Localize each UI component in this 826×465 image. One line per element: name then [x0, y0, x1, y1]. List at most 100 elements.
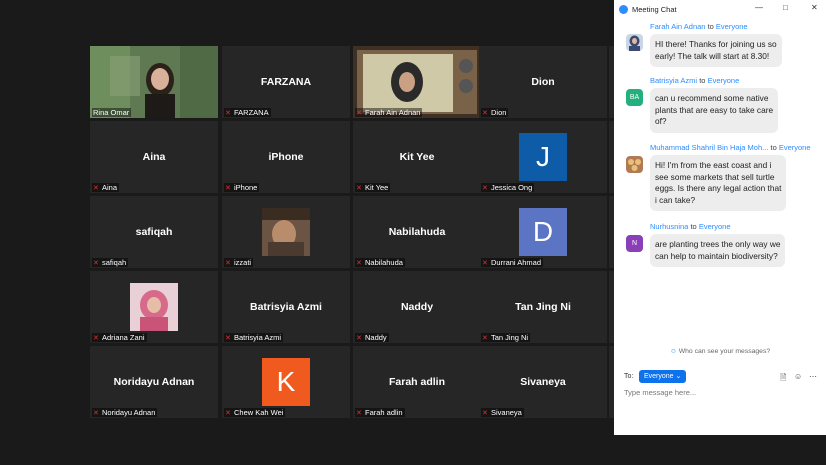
video-tile[interactable]: Nabilahuda ✕ Nabilahuda [353, 196, 481, 268]
participant-name: ✕ Dion [481, 108, 509, 117]
message-line: are planting trees the only way we [655, 239, 781, 249]
participant-name: ✕ FARZANA [224, 108, 271, 117]
video-tile[interactable]: ✕ izzati [222, 196, 350, 268]
mic-muted-icon: ✕ [482, 109, 488, 117]
video-tile[interactable]: Farah adlin ✕ Farah adlin [353, 346, 481, 418]
video-tile[interactable]: D ✕ Durrani Ahmad [479, 196, 607, 268]
participant-name: ✕ Farah adlin [355, 408, 405, 417]
participant-display-name: Dion [531, 76, 555, 88]
participant-display-name: Naddy [400, 301, 434, 313]
mic-muted-icon: ✕ [482, 184, 488, 192]
avatar: K [262, 358, 310, 406]
message-to-word: to [699, 76, 706, 85]
maximize-icon[interactable]: □ [783, 3, 788, 12]
video-tile[interactable]: J ✕ Jessica Ong [479, 121, 607, 193]
people-icon: ☺ [669, 348, 677, 355]
participant-display-name: iPhone [268, 151, 304, 163]
message-sender: Batrisyia Azmi [650, 76, 698, 85]
participant-photo [130, 283, 178, 331]
chat-panel: Meeting Chat — □ ✕ Farah Ain Adnan to Ev… [614, 0, 826, 435]
video-tile[interactable]: Aina ✕ Aina [90, 121, 218, 193]
avatar: D [519, 208, 567, 256]
video-tile[interactable]: Rina Omar [90, 46, 218, 118]
zoom-logo-icon [619, 4, 628, 14]
video-tile[interactable]: Sivaneya ✕ Sivaneya [479, 346, 607, 418]
mic-muted-icon: ✕ [356, 184, 362, 192]
video-tile[interactable]: Dion ✕ Dion [479, 46, 607, 118]
minimize-icon[interactable]: — [755, 3, 763, 12]
mic-muted-icon: ✕ [225, 109, 231, 117]
participant-name: ✕ Jessica Ong [481, 183, 535, 192]
message-line: of? [655, 116, 667, 126]
participant-name: ✕ Kit Yee [355, 183, 391, 192]
chat-titlebar: Meeting Chat [614, 0, 826, 18]
video-tile[interactable]: ✕ Farah Ain Adnan [353, 46, 481, 118]
message-recipient: Everyone [715, 22, 748, 31]
mic-muted-icon: ✕ [225, 409, 231, 417]
message-sender: Nurhusnina [650, 222, 689, 231]
mic-muted-icon: ✕ [93, 259, 99, 267]
participant-name: ✕ Naddy [355, 333, 389, 342]
participant-name: Rina Omar [92, 108, 132, 117]
file-icon[interactable]: 🗎 [780, 372, 786, 386]
participant-photo [262, 208, 310, 256]
mic-muted-icon: ✕ [93, 334, 99, 342]
message-line: eggs. Is there any legal action that [655, 183, 782, 193]
participant-name: ✕ Tan Jing Ni [481, 333, 531, 342]
participant-display-name: safiqah [135, 226, 173, 238]
emoji-icon[interactable]: ☺ [794, 372, 802, 381]
avatar: N [626, 235, 643, 252]
message-input[interactable]: Type message here... [624, 388, 696, 397]
participant-display-name: Farah adlin [388, 376, 445, 388]
message-line: can help to maintain biodiversity? [655, 250, 778, 261]
participant-display-name: Aina [142, 151, 166, 163]
mic-muted-icon: ✕ [356, 109, 362, 117]
recipient-dropdown[interactable]: Everyone ⌄ [639, 370, 687, 383]
mic-muted-icon: ✕ [356, 259, 362, 267]
who-can-see-link[interactable]: ☺ Who can see your messages? [614, 348, 826, 355]
video-tile[interactable]: Batrisyia Azmi ✕ Batrisyia Azmi [222, 271, 350, 343]
message-line: i can take? [655, 194, 696, 205]
mic-muted-icon: ✕ [356, 409, 362, 417]
mic-muted-icon: ✕ [482, 259, 488, 267]
chat-toolbar: To: Everyone ⌄ 🗎 ☺ ⋯ [614, 370, 826, 384]
participant-display-name: Tan Jing Ni [515, 301, 571, 313]
participant-name: ✕ Aina [92, 183, 120, 192]
message-line: early! The talk will start at 8.30! [655, 50, 770, 61]
more-icon[interactable]: ⋯ [809, 372, 817, 381]
mic-muted-icon: ✕ [225, 184, 231, 192]
video-tile[interactable]: iPhone ✕ iPhone [222, 121, 350, 193]
participant-name: ✕ izzati [224, 258, 254, 267]
message-bubble: can u recommend some native plants that … [650, 88, 779, 133]
participant-name: ✕ safiqah [92, 258, 129, 267]
message-sender: Muhammad Shahril Bin Haja Moh... [650, 143, 769, 152]
mic-muted-icon: ✕ [356, 334, 362, 342]
recipient-value: Everyone [644, 373, 674, 380]
video-tile[interactable]: FARZANA ✕ FARZANA [222, 46, 350, 118]
message-recipient: Everyone [778, 143, 811, 152]
message-to-word: to [707, 22, 714, 31]
video-grid: Rina Omar FARZANA ✕ FARZANA ✕ Farah Ain Ad… [90, 46, 614, 418]
chat-title: Meeting Chat [632, 4, 677, 14]
video-tile[interactable]: K ✕ Chew Kah Wei [222, 346, 350, 418]
chevron-down-icon: ⌄ [675, 373, 682, 380]
message-line: HI there! Thanks for joining us so [655, 39, 777, 49]
mic-muted-icon: ✕ [482, 409, 488, 417]
close-icon[interactable]: ✕ [811, 3, 818, 12]
who-can-see-text: Who can see your messages? [678, 348, 771, 355]
participant-display-name: Sivaneya [520, 376, 566, 388]
avatar [626, 34, 643, 51]
mic-muted-icon: ✕ [225, 334, 231, 342]
video-tile[interactable]: Tan Jing Ni ✕ Tan Jing Ni [479, 271, 607, 343]
video-tile[interactable]: Naddy ✕ Naddy [353, 271, 481, 343]
video-tile[interactable]: Kit Yee ✕ Kit Yee [353, 121, 481, 193]
mic-muted-icon: ✕ [225, 259, 231, 267]
message-recipient: Everyone [707, 76, 740, 85]
video-tile[interactable]: safiqah ✕ safiqah [90, 196, 218, 268]
message-bubble: Hi! I'm from the east coast and i see so… [650, 155, 787, 211]
avatar [626, 156, 643, 173]
participant-name: ✕ Sivaneya [481, 408, 524, 417]
avatar: BA [626, 89, 643, 106]
video-tile[interactable]: Noridayu Adnan ✕ Noridayu Adnan [90, 346, 218, 418]
video-tile[interactable]: ✕ Adriana Zani [90, 271, 218, 343]
